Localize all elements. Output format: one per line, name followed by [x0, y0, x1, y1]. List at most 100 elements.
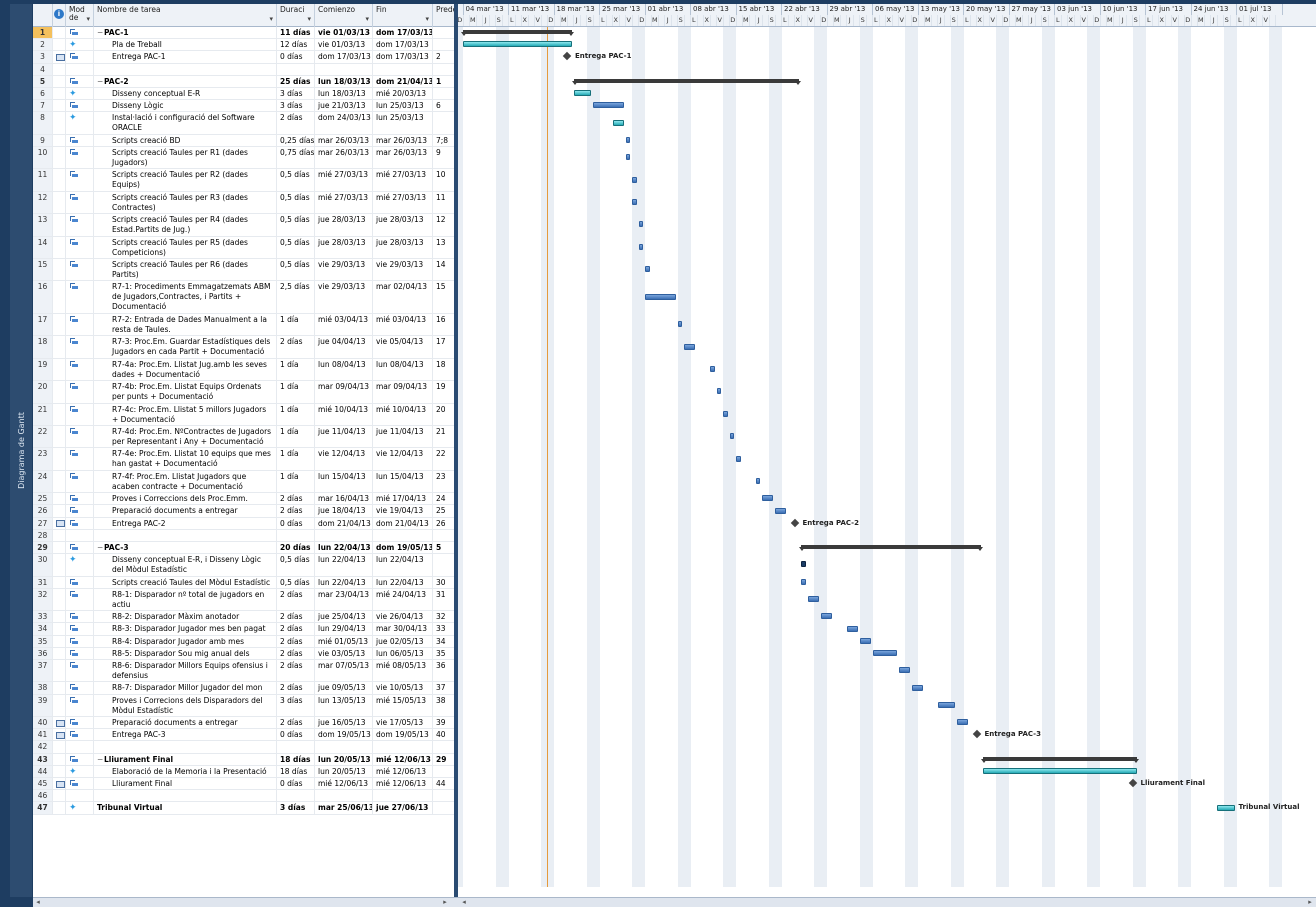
duration-cell[interactable]: 12 días [277, 39, 315, 51]
predecessor-cell[interactable] [433, 741, 454, 752]
task-bar[interactable] [612, 119, 624, 126]
row-number[interactable]: 17 [33, 314, 53, 336]
row-number[interactable]: 30 [33, 554, 53, 576]
task-name-cell[interactable]: Instal·lació i configuració del Software… [94, 112, 277, 134]
row-number[interactable]: 22 [33, 426, 53, 448]
task-name-cell[interactable]: −PAC-2 [94, 75, 277, 87]
task-name-cell[interactable]: Scripts creació Taules per R6 (dades Par… [94, 259, 277, 281]
task-name-cell[interactable]: R8-4: Disparador Jugador amb mes guanys [94, 635, 277, 647]
task-row[interactable]: 30 ✦ Disseny conceptual E-R, i Disseny Lòg… [33, 554, 454, 577]
task-row[interactable]: 27 Entrega PAC-2 0 días dom 21/04/13 dom 21/… [33, 517, 454, 530]
row-number[interactable]: 25 [33, 493, 53, 505]
start-cell[interactable]: vie 01/03/13 [315, 39, 373, 51]
predecessor-cell[interactable]: 2 [433, 51, 454, 62]
start-cell[interactable]: lun 18/03/13 [315, 88, 373, 100]
summary-task-row[interactable]: 43 −Lliurament Final 18 días lun 20/05/13 mi… [33, 753, 454, 766]
start-cell[interactable]: mié 27/03/13 [315, 169, 373, 191]
start-cell[interactable]: lun 29/04/13 [315, 623, 373, 635]
task-mode-cell[interactable] [66, 75, 94, 87]
start-cell[interactable]: lun 15/04/13 [315, 470, 373, 493]
predecessor-cell[interactable]: 22 [433, 448, 454, 469]
finish-cell[interactable]: mié 15/05/13 [373, 694, 433, 716]
finish-cell[interactable]: mar 02/04/13 [373, 281, 433, 313]
duration-cell[interactable]: 3 días [277, 694, 315, 716]
task-row[interactable]: 13 Scripts creació Taules per R4 (dades E… [33, 214, 454, 237]
finish-cell[interactable]: vie 17/05/13 [373, 717, 433, 729]
predecessor-cell[interactable]: 1 [433, 76, 454, 87]
finish-cell[interactable]: vie 10/05/13 [373, 682, 433, 694]
chevron-down-icon[interactable]: ▾ [425, 15, 429, 23]
duration-cell[interactable]: 2 días [277, 660, 315, 682]
duration-cell[interactable]: 2 días [277, 505, 315, 517]
finish-cell[interactable]: lun 15/04/13 [373, 470, 433, 493]
start-cell[interactable]: mié 01/05/13 [315, 635, 373, 647]
task-row[interactable]: 18 R7-3: Proc.Em. Guardar Estadístiques d… [33, 336, 454, 359]
start-cell[interactable] [315, 529, 373, 541]
collapse-icon[interactable]: − [97, 28, 104, 38]
start-cell[interactable]: dom 17/03/13 [315, 51, 373, 63]
milestone-marker[interactable] [972, 729, 981, 739]
predecessor-cell[interactable]: 33 [433, 623, 454, 634]
task-bar[interactable] [710, 366, 715, 372]
task-row[interactable]: 36 R8-5: Disparador Sou mig anual dels Ju… [33, 647, 454, 660]
duration-cell[interactable]: 20 días [277, 542, 315, 554]
task-name-cell[interactable]: Scripts creació Taules per R2 (dades Equ… [94, 169, 277, 191]
collapse-icon[interactable]: − [97, 77, 104, 87]
duration-cell[interactable]: 0,5 días [277, 214, 315, 236]
duration-cell[interactable]: 0,5 días [277, 236, 315, 258]
row-number[interactable]: 38 [33, 682, 53, 694]
predecessor-cell[interactable]: 39 [433, 717, 454, 728]
duration-cell[interactable] [277, 741, 315, 753]
row-number[interactable]: 47 [33, 802, 53, 814]
task-name-cell[interactable] [94, 63, 277, 75]
duration-cell[interactable]: 11 días [277, 27, 315, 39]
row-number[interactable]: 33 [33, 611, 53, 623]
predecessor-cell[interactable]: 40 [433, 729, 454, 740]
task-name-cell[interactable]: Preparació documents a entregar [94, 717, 277, 729]
task-mode-cell[interactable] [66, 426, 94, 448]
task-mode-cell[interactable] [66, 741, 94, 753]
task-bar[interactable] [957, 719, 968, 726]
task-row[interactable]: 23 R7-4e: Proc.Em. Llistat 10 equips que … [33, 448, 454, 471]
duration-cell[interactable]: 0 días [277, 778, 315, 790]
task-row[interactable]: 35 R8-4: Disparador Jugador amb mes guany… [33, 635, 454, 648]
task-mode-cell[interactable] [66, 542, 94, 554]
start-cell[interactable]: dom 24/03/13 [315, 112, 373, 134]
predecessor-cell[interactable]: 17 [433, 336, 454, 357]
task-mode-cell[interactable] [66, 314, 94, 336]
task-name-cell[interactable]: R7-2: Entrada de Dades Manualment a la r… [94, 314, 277, 336]
predecessor-cell[interactable]: 19 [433, 381, 454, 402]
finish-cell[interactable]: mié 10/04/13 [373, 403, 433, 425]
task-row[interactable]: 14 Scripts creació Taules per R5 (dades C… [33, 236, 454, 259]
task-row[interactable]: 44 ✦ Elaboració de la Memoria i la Present… [33, 765, 454, 778]
row-number[interactable]: 31 [33, 576, 53, 588]
chevron-down-icon[interactable]: ▾ [86, 15, 90, 23]
task-row[interactable]: 7 Disseny Lògic 3 días jue 21/03/13 lun 25/0… [33, 100, 454, 113]
start-cell[interactable]: lun 13/05/13 [315, 694, 373, 716]
task-mode-cell[interactable] [66, 134, 94, 146]
task-name-cell[interactable]: R8-5: Disparador Sou mig anual dels Juga… [94, 647, 277, 659]
task-bar[interactable] [573, 90, 591, 97]
start-cell[interactable]: jue 11/04/13 [315, 426, 373, 448]
predecessor-cell[interactable] [433, 530, 454, 541]
start-cell[interactable]: lun 22/04/13 [315, 576, 373, 588]
predecessor-cell[interactable] [433, 790, 454, 801]
task-name-cell[interactable]: −PAC-1 [94, 27, 277, 39]
duration-cell[interactable]: 0,5 días [277, 169, 315, 191]
task-row[interactable]: 6 ✦ Disseny conceptual E-R 3 días lun 18/03/… [33, 88, 454, 101]
predecessor-cell[interactable]: 14 [433, 259, 454, 280]
finish-cell[interactable] [373, 529, 433, 541]
task-bar[interactable] [807, 596, 819, 602]
task-mode-cell[interactable] [66, 281, 94, 313]
finish-cell[interactable]: dom 17/03/13 [373, 27, 433, 39]
start-cell[interactable]: jue 25/04/13 [315, 611, 373, 623]
predecessor-cell[interactable] [433, 39, 454, 50]
start-cell[interactable]: lun 22/04/13 [315, 542, 373, 554]
row-number[interactable]: 45 [33, 778, 53, 790]
finish-cell[interactable] [373, 790, 433, 802]
finish-cell[interactable]: mié 27/03/13 [373, 191, 433, 214]
task-name-cell[interactable]: Proves i Correcions dels Disparadors del… [94, 694, 277, 716]
task-name-cell[interactable]: R7-4c: Proc.Em. Llistat 5 millors Jugado… [94, 403, 277, 425]
duration-cell[interactable]: 1 día [277, 403, 315, 425]
task-mode-cell[interactable] [66, 27, 94, 39]
